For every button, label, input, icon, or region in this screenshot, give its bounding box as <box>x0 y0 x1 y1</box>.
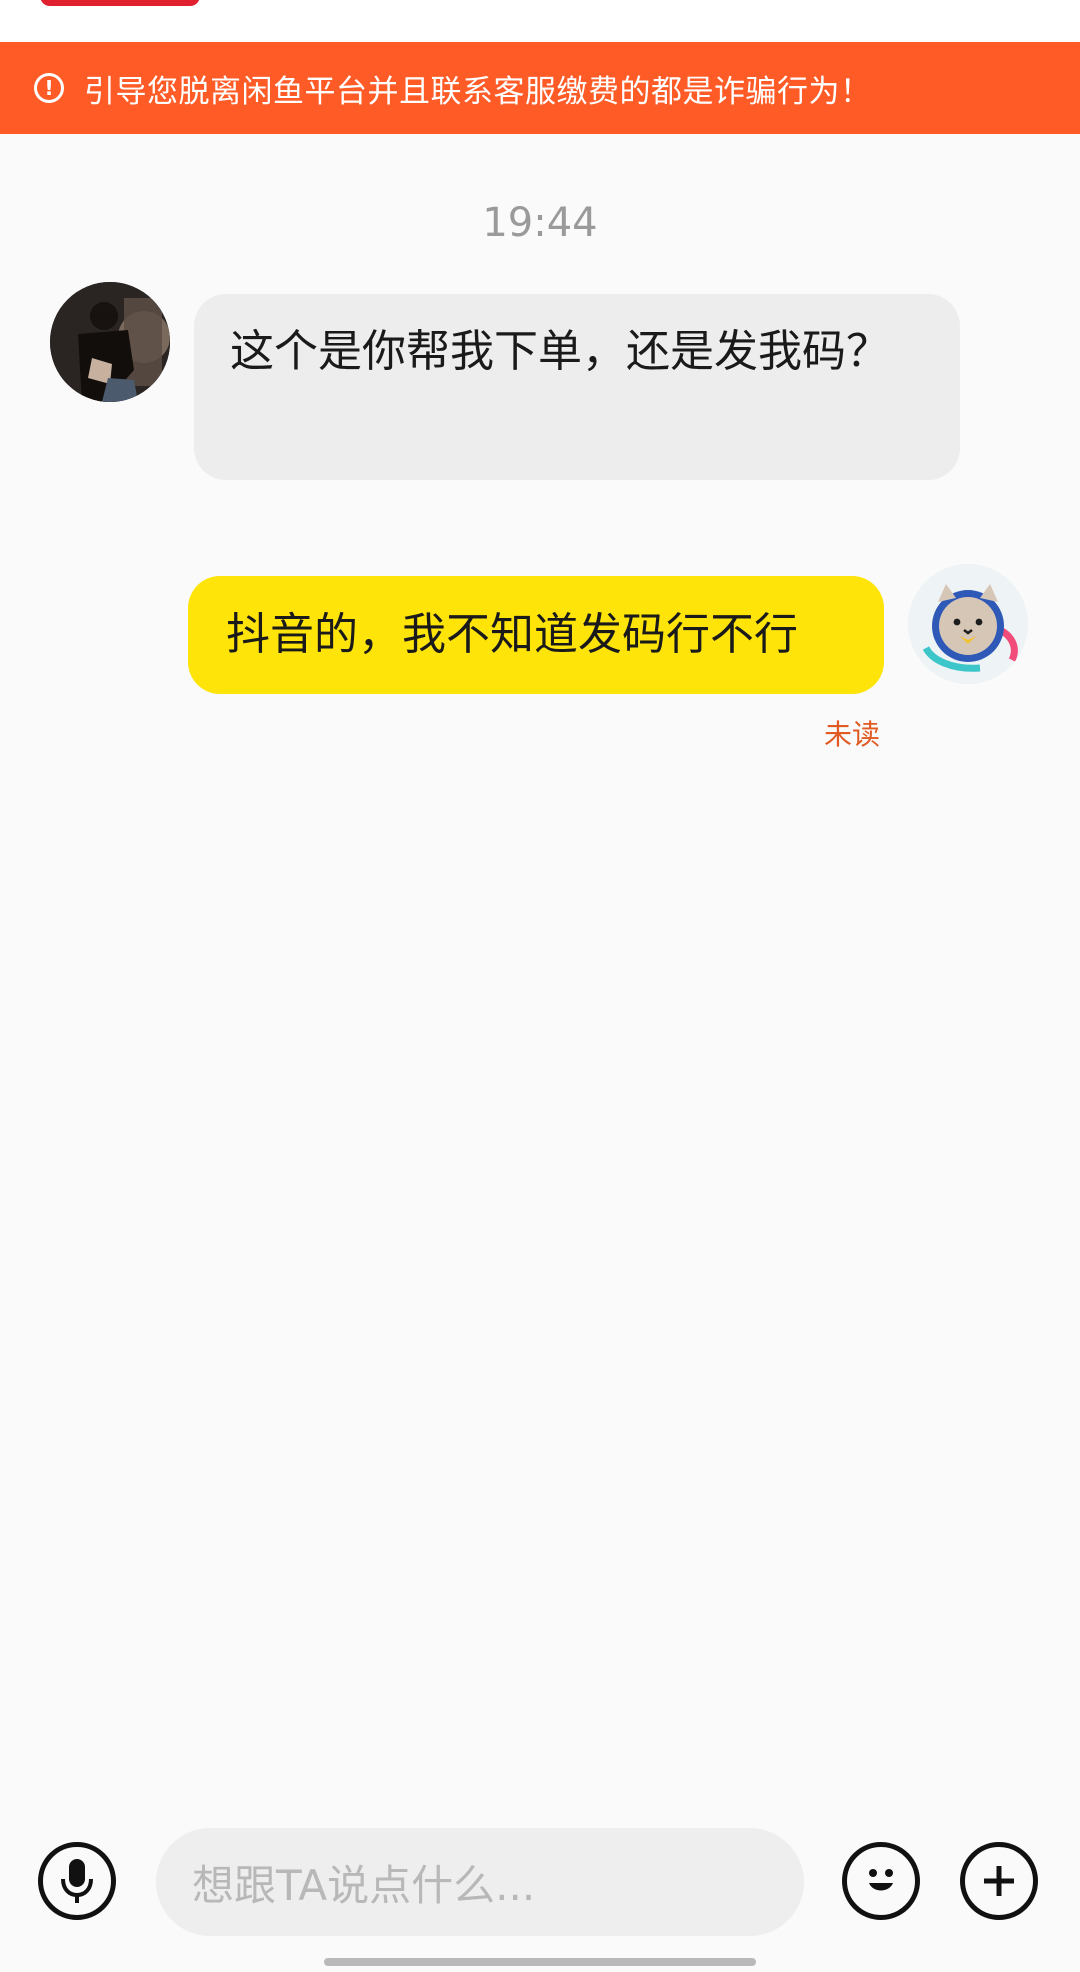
plus-icon <box>984 1866 1014 1896</box>
top-red-pill[interactable] <box>40 0 200 6</box>
microphone-icon <box>61 1859 93 1903</box>
unread-status: 未读 <box>824 718 881 751</box>
cat-avatar-icon <box>908 564 1028 684</box>
avatar-photo-icon <box>50 282 170 402</box>
fraud-warning-text: 引导您脱离闲鱼平台并且联系客服缴费的都是诈骗行为！ <box>84 73 872 110</box>
received-message-bubble[interactable]: 这个是你帮我下单，还是发我码？ <box>194 294 960 480</box>
more-actions-button[interactable] <box>960 1842 1038 1920</box>
microphone-button[interactable] <box>38 1842 116 1920</box>
sent-message-bubble[interactable]: 抖音的，我不知道发码行不行 <box>188 576 884 694</box>
home-indicator[interactable] <box>324 1958 756 1966</box>
top-strip <box>0 0 1080 42</box>
message-input-placeholder: 想跟TA说点什么... <box>192 1860 536 1910</box>
other-user-avatar[interactable] <box>50 282 170 402</box>
my-avatar[interactable] <box>908 564 1028 684</box>
message-timestamp: 19:44 <box>482 200 598 246</box>
fraud-warning-banner: ! 引导您脱离闲鱼平台并且联系客服缴费的都是诈骗行为！ <box>0 42 1080 134</box>
exclamation-circle-icon: ! <box>34 73 64 103</box>
emoji-button[interactable] <box>842 1842 920 1920</box>
message-input[interactable]: 想跟TA说点什么... <box>156 1828 804 1936</box>
chat-input-bar: 想跟TA说点什么... <box>0 1818 1080 1938</box>
emoji-icon <box>869 1869 893 1891</box>
